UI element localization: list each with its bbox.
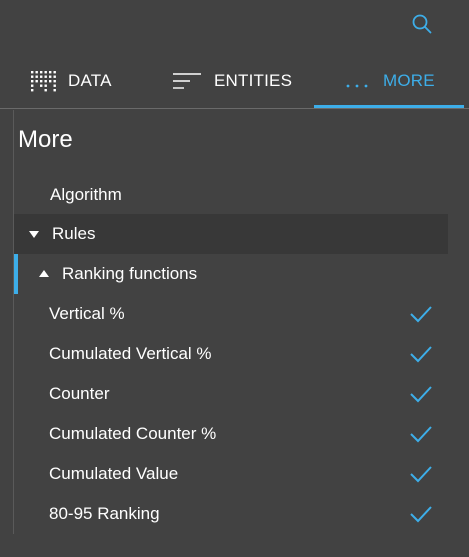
search-button[interactable] <box>411 13 433 35</box>
checkmark-icon <box>410 466 432 483</box>
ranking-item-label: Cumulated Vertical % <box>49 344 212 363</box>
ranking-item-label: Cumulated Counter % <box>49 424 217 443</box>
menu-item-ranking-functions[interactable]: Ranking functions <box>14 254 448 294</box>
ranking-item-cumulated-vertical-percent[interactable]: Cumulated Vertical % <box>14 334 448 374</box>
ranking-item-label: Cumulated Value <box>49 464 179 483</box>
caret-down-icon <box>28 229 40 239</box>
caret-up-icon <box>38 269 50 279</box>
ranking-item-label: Counter <box>49 384 110 403</box>
ranking-item-80-95-ranking[interactable]: 80-95 Ranking <box>14 494 448 534</box>
ranking-item-cumulated-value[interactable]: Cumulated Value <box>14 454 448 494</box>
grid-bars-icon <box>30 69 56 93</box>
tabs-divider <box>0 108 469 109</box>
checkmark-icon <box>410 506 432 523</box>
tab-entities-label: ENTITIES <box>214 71 293 90</box>
ranking-item-label: Vertical % <box>49 304 125 323</box>
checkmark-icon <box>410 426 432 443</box>
ranking-item-label: 80-95 Ranking <box>49 504 160 523</box>
menu-item-algorithm[interactable]: Algorithm <box>14 175 448 215</box>
menu-item-ranking-label: Ranking functions <box>62 264 198 283</box>
menu-item-algorithm-label: Algorithm <box>50 185 122 204</box>
ranking-item-vertical-percent[interactable]: Vertical % <box>14 294 448 334</box>
checkmark-icon <box>410 306 432 323</box>
tab-bar: DATA ENTITIES MORE <box>0 55 469 109</box>
tab-more-label: MORE <box>383 71 435 90</box>
search-icon <box>412 14 432 34</box>
ranking-item-cumulated-counter-percent[interactable]: Cumulated Counter % <box>14 414 448 454</box>
checkmark-icon <box>410 386 432 403</box>
menu-item-rules-label: Rules <box>52 224 96 243</box>
tab-more[interactable]: MORE <box>345 55 435 107</box>
tab-data-label: DATA <box>68 71 112 90</box>
ellipsis-icon <box>345 70 371 92</box>
checkmark-icon <box>410 346 432 363</box>
tab-data[interactable]: DATA <box>30 55 112 107</box>
tab-entities[interactable]: ENTITIES <box>172 55 292 107</box>
lines-icon <box>172 70 202 92</box>
menu-item-rules[interactable]: Rules <box>14 214 448 254</box>
page-title: More <box>18 126 73 153</box>
ranking-item-counter[interactable]: Counter <box>14 374 448 414</box>
more-panel: DATA ENTITIES MORE More Algorithm Rules … <box>0 0 469 557</box>
